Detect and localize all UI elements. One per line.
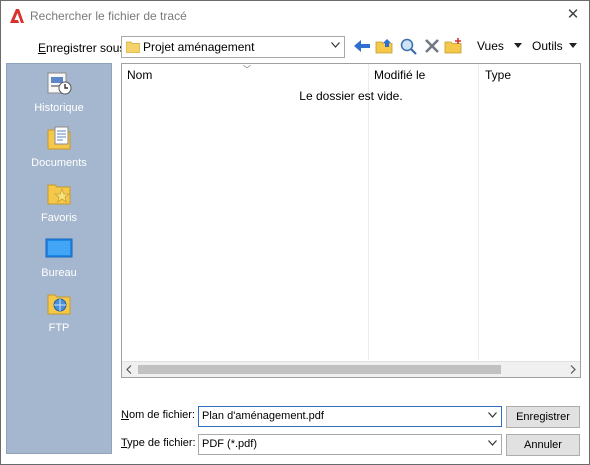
column-divider [478, 64, 479, 360]
folder-icon [126, 41, 140, 53]
title-bar: Rechercher le fichier de tracé ✕ [1, 1, 589, 31]
filetype-select[interactable]: PDF (*.pdf) [198, 434, 502, 455]
chevron-down-icon [331, 42, 340, 48]
place-desktop[interactable]: Bureau [7, 234, 111, 284]
column-header-name[interactable]: Nom [127, 68, 152, 82]
filetype-label: Type de fichier: [121, 437, 196, 449]
sort-ascending-icon: ﹀ [243, 65, 251, 74]
cancel-button[interactable]: Annuler [506, 434, 580, 456]
place-label: Bureau [41, 267, 77, 279]
save-in-combo[interactable]: Projet aménagement [121, 36, 345, 58]
new-folder-icon[interactable] [444, 37, 464, 55]
place-favorites[interactable]: Favoris [7, 179, 111, 229]
scroll-right-icon[interactable] [570, 365, 576, 374]
desktop-icon [45, 238, 73, 258]
chevron-down-icon[interactable] [488, 412, 497, 418]
close-button[interactable]: ✕ [561, 4, 585, 26]
history-icon [47, 72, 72, 95]
autocad-logo-icon [10, 9, 24, 23]
views-dropdown-arrow-icon[interactable] [514, 43, 522, 48]
tools-menu[interactable]: Outils [532, 39, 563, 53]
back-arrow-icon[interactable] [352, 37, 372, 55]
horizontal-scrollbar[interactable] [122, 361, 580, 377]
file-list[interactable]: ﹀ Nom Modifié le Type Le dossier est vid… [121, 63, 581, 378]
scrollbar-thumb[interactable] [138, 365, 501, 374]
place-ftp[interactable]: FTP [7, 289, 111, 339]
up-folder-icon[interactable] [375, 37, 395, 55]
tools-dropdown-arrow-icon[interactable] [569, 43, 577, 48]
place-label: Historique [34, 102, 84, 114]
place-documents[interactable]: Documents [7, 124, 111, 174]
scroll-left-icon[interactable] [126, 365, 132, 374]
delete-icon[interactable] [422, 37, 442, 55]
column-divider [368, 64, 369, 360]
search-web-icon[interactable] [399, 37, 419, 55]
current-folder-name: Projet aménagement [143, 40, 255, 54]
column-header-type[interactable]: Type [485, 68, 511, 82]
window-title: Rechercher le fichier de tracé [30, 9, 187, 23]
chevron-down-icon[interactable] [488, 440, 497, 446]
save-button[interactable]: Enregistrer [506, 406, 580, 428]
place-history[interactable]: Historique [7, 69, 111, 119]
empty-folder-message: Le dossier est vide. [299, 89, 403, 103]
ftp-icon [47, 294, 71, 315]
save-in-label: Enregistrer sous: [38, 41, 129, 55]
place-label: FTP [48, 322, 70, 334]
views-menu[interactable]: Vues [477, 39, 504, 53]
column-header-modified[interactable]: Modifié le [374, 68, 425, 82]
filename-input[interactable]: Plan d'aménagement.pdf [198, 406, 502, 427]
filetype-value: PDF (*.pdf) [202, 438, 258, 450]
save-plot-dialog: Rechercher le fichier de tracé ✕ Enregis… [0, 0, 590, 465]
place-label: Favoris [40, 212, 78, 224]
place-label: Documents [31, 157, 87, 169]
places-sidebar: Historique Documents Favoris Bureau FTP [6, 63, 112, 454]
filename-value: Plan d'aménagement.pdf [202, 410, 324, 422]
filename-label: Nom de fichier: [121, 409, 195, 421]
documents-icon [47, 126, 71, 150]
favorites-icon [47, 184, 71, 205]
